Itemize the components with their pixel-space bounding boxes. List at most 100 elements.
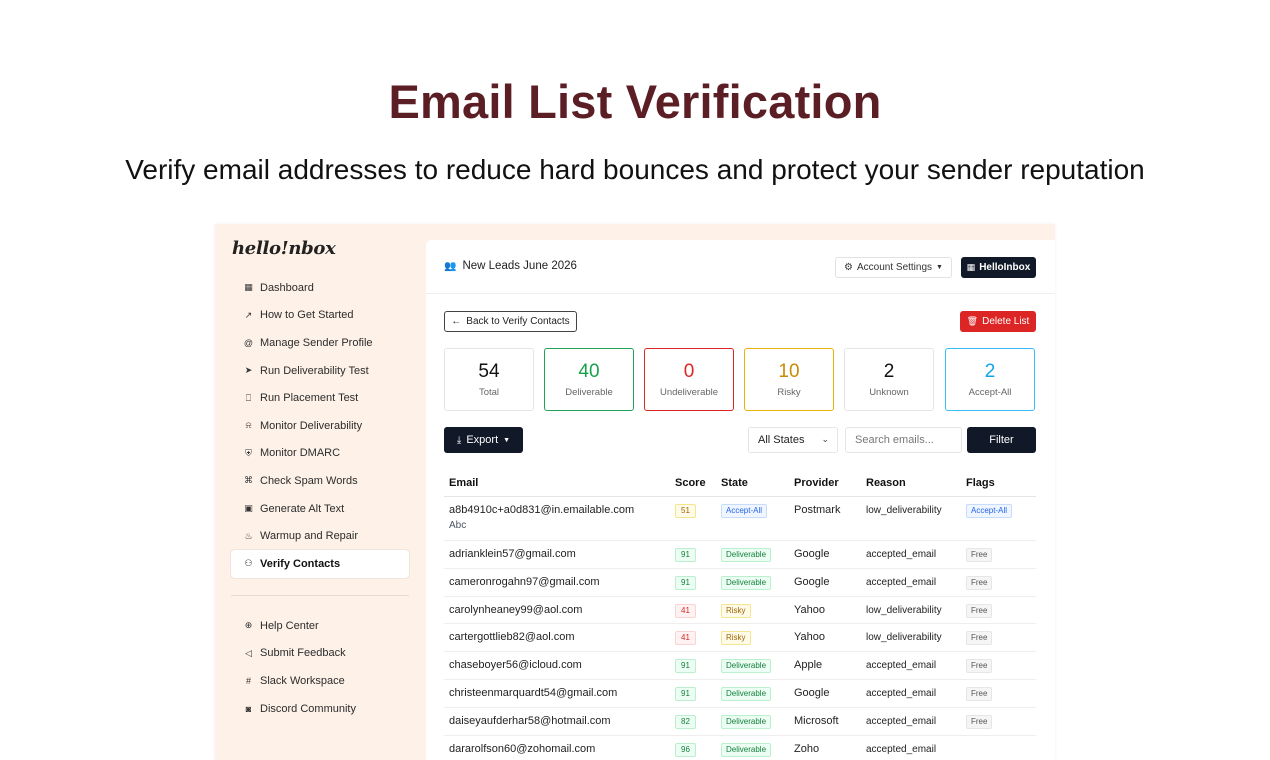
sidebar-item-label: Monitor Deliverability [260, 419, 363, 432]
discord-icon: ◙ [245, 703, 252, 714]
stat-card-unknown[interactable]: 2 Unknown [844, 348, 934, 411]
flag-badge: Free [966, 548, 993, 562]
score-badge: 91 [675, 548, 696, 562]
reason-cell: low_deliverability [866, 604, 942, 616]
sidebar-item-manage-sender-profile[interactable]: @ Manage Sender Profile [231, 329, 409, 357]
sidebar-item-run-placement-test[interactable]: ⎕ Run Placement Test [231, 384, 409, 412]
state-cell: Deliverable [721, 575, 772, 590]
reason-cell: accepted_email [866, 687, 937, 699]
export-button[interactable]: ⤓ Export ▼ [444, 427, 523, 453]
sidebar-item-verify-contacts[interactable]: ⚇ Verify Contacts [231, 549, 409, 578]
stat-label: Total [478, 387, 500, 398]
score-cell: 91 [675, 548, 696, 562]
search-emails-input[interactable] [845, 427, 962, 453]
state-badge: Accept-All [721, 504, 768, 518]
provider-cell: Apple [794, 659, 823, 672]
provider-cell: Google [794, 548, 830, 560]
state-cell: Deliverable [721, 548, 772, 562]
sidebar-item-monitor-deliverability[interactable]: ⍾ Monitor Deliverability [231, 412, 409, 440]
email-address: chaseboyer56@icloud.com [449, 659, 582, 672]
state-badge: Deliverable [721, 714, 772, 729]
sidebar-item-how-to-get-started[interactable]: ↗ How to Get Started [231, 302, 409, 330]
bell-icon: ⍾ [245, 420, 252, 431]
table-row[interactable]: carolynheaney99@aol.com 41 Risky Yahoo low_d… [444, 597, 1036, 625]
score-cell: 41 [675, 631, 696, 646]
building-icon: ▦ [966, 262, 976, 272]
column-header-provider[interactable]: Provider [794, 477, 839, 489]
email-address: carolynheaney99@aol.com [449, 603, 583, 616]
flame-icon: ♨ [244, 530, 253, 541]
app-logo[interactable]: hello!nbox [232, 238, 336, 259]
table-row[interactable]: daiseyaufderhar58@hotmail.com 82 Deliverab… [444, 708, 1036, 736]
sidebar-item-monitor-dmarc[interactable]: ⛨ Monitor DMARC [231, 440, 409, 468]
sidebar-item-help-center[interactable]: ⊕ Help Center [231, 612, 409, 640]
caret-down-icon: ▼ [503, 436, 511, 444]
flags-cell: Accept-All [966, 504, 1013, 518]
provider-cell: Microsoft [794, 714, 839, 727]
score-badge: 91 [675, 575, 696, 590]
column-header-state[interactable]: State [721, 477, 748, 489]
column-header-score[interactable]: Score [675, 477, 706, 489]
sidebar-item-label: Verify Contacts [260, 557, 341, 570]
lifebuoy-icon: ⊕ [244, 620, 253, 631]
sidebar-item-warmup-and-repair[interactable]: ♨ Warmup and Repair [231, 522, 409, 550]
state-cell: Deliverable [721, 742, 772, 757]
state-badge: Risky [721, 631, 751, 646]
table-row[interactable]: dararolfson60@zohomail.com 96 Deliverable Z… [444, 736, 1036, 760]
stat-label: Risky [777, 387, 801, 398]
stat-value: 0 [683, 361, 695, 382]
state-badge: Risky [721, 603, 751, 618]
sidebar-item-generate-alt-text[interactable]: ▣ Generate Alt Text [231, 495, 409, 523]
users-icon: 👥 [444, 260, 457, 272]
stat-card-total[interactable]: 54 Total [444, 348, 534, 411]
table-row[interactable]: christeenmarquardt54@gmail.com 91 Delivera… [444, 680, 1036, 708]
stat-card-accept-all[interactable]: 2 Accept-All [945, 348, 1035, 411]
delete-list-button[interactable]: 🗑 Delete List [960, 311, 1036, 332]
score-cell: 91 [675, 659, 696, 674]
table-row[interactable]: cartergottlieb82@aol.com 41 Risky Yahoo low_… [444, 624, 1036, 653]
main-panel: 👥 New Leads June 2026 ⚙ Account Settings… [426, 240, 1055, 760]
score-badge: 41 [675, 631, 696, 646]
column-header-email[interactable]: Email [449, 477, 478, 489]
email-cell: carolynheaney99@aol.com [449, 604, 669, 616]
email-address: adrianklein57@gmail.com [449, 548, 576, 560]
sidebar-item-check-spam-words[interactable]: ⌘ Check Spam Words [231, 467, 409, 495]
back-to-verify-contacts-button[interactable]: ← Back to Verify Contacts [444, 311, 577, 332]
sidebar-item-dashboard[interactable]: ▦ Dashboard [231, 274, 409, 302]
filter-button[interactable]: Filter [967, 427, 1036, 453]
contacts-table: Email Score State Provider Reason Flags … [444, 471, 1036, 760]
state-badge: Deliverable [721, 659, 772, 674]
email-cell: cameronrogahn97@gmail.com [449, 576, 669, 588]
flags-cell: Free [966, 659, 993, 674]
state-cell: Deliverable [721, 714, 772, 729]
provider-cell: Zoho [794, 742, 820, 755]
sidebar-item-discord-community[interactable]: ◙ Discord Community [231, 695, 409, 723]
table-row[interactable]: a8b4910c+a0d831@in.emailable.com Abc 51 Acc… [444, 497, 1036, 541]
table-row[interactable]: adrianklein57@gmail.com 91 Deliverable Goog… [444, 541, 1036, 569]
state-filter-select[interactable]: All States ⌄ [748, 427, 838, 453]
state-badge: Deliverable [721, 742, 772, 757]
provider-cell: Google [794, 575, 830, 588]
stat-card-deliverable[interactable]: 40 Deliverable [544, 348, 634, 411]
score-cell: 91 [675, 686, 696, 701]
stat-value: 2 [883, 361, 895, 382]
sidebar-item-run-deliverability-test[interactable]: ➤ Run Deliverability Test [231, 357, 409, 385]
sidebar-item-label: Run Deliverability Test [260, 364, 369, 377]
helloinbox-button[interactable]: ▦ HelloInbox [961, 257, 1036, 278]
table-row[interactable]: cameronrogahn97@gmail.com 91 Deliverable Go… [444, 569, 1036, 597]
sidebar-item-submit-feedback[interactable]: ◁ Submit Feedback [231, 640, 409, 668]
sidebar-item-label: Check Spam Words [260, 474, 358, 487]
sidebar-item-slack-workspace[interactable]: # Slack Workspace [231, 667, 409, 695]
email-cell: chaseboyer56@icloud.com [449, 659, 669, 671]
email-cell: christeenmarquardt54@gmail.com [449, 687, 669, 699]
stat-card-undeliverable[interactable]: 0 Undeliverable [644, 348, 734, 411]
column-header-reason[interactable]: Reason [866, 477, 906, 489]
flag-badge: Free [966, 686, 993, 701]
stat-card-risky[interactable]: 10 Risky [744, 348, 834, 411]
sidebar-item-label: Help Center [260, 619, 319, 632]
chevron-down-icon: ⌄ [821, 434, 829, 444]
account-settings-button[interactable]: ⚙ Account Settings ▼ [835, 257, 952, 278]
send-icon: ➤ [244, 365, 253, 376]
table-row[interactable]: chaseboyer56@icloud.com 91 Deliverable Appl… [444, 652, 1036, 680]
column-header-flags[interactable]: Flags [966, 477, 995, 489]
